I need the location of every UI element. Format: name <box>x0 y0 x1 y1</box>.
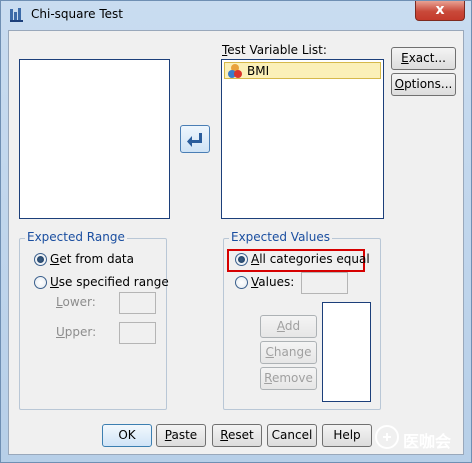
use-specified-range-radio[interactable] <box>34 276 47 289</box>
remove-button[interactable]: Remove <box>260 367 317 390</box>
options-button[interactable]: Options... <box>391 73 456 96</box>
paste-button[interactable]: Paste <box>156 424 206 447</box>
source-variable-list[interactable] <box>19 59 170 219</box>
values-radio[interactable] <box>235 276 248 289</box>
expected-range-legend: Expected Range <box>25 230 127 244</box>
values-label[interactable]: Values: <box>251 275 294 289</box>
use-specified-range-label[interactable]: Use specified range <box>50 275 169 289</box>
list-item[interactable]: BMI <box>224 62 381 79</box>
add-button[interactable]: Add <box>260 315 317 338</box>
cancel-button[interactable]: Cancel <box>267 424 317 447</box>
change-button[interactable]: Change <box>260 341 317 364</box>
dialog-body: Test Variable List: BMI Exact... Options… <box>8 30 464 455</box>
lower-label: Lower: <box>56 295 96 309</box>
get-from-data-label[interactable]: Get from data <box>50 252 134 266</box>
test-variable-list[interactable]: BMI <box>221 59 384 219</box>
lower-input[interactable] <box>119 292 156 314</box>
move-variable-button[interactable] <box>180 125 210 153</box>
help-button[interactable]: Help <box>322 424 372 447</box>
title-bar: Chi-square Test x <box>1 1 471 29</box>
expected-values-list[interactable] <box>322 302 371 402</box>
expected-values-legend: Expected Values <box>229 230 333 244</box>
variable-name: BMI <box>247 64 270 78</box>
exact-button[interactable]: Exact... <box>391 47 456 70</box>
watermark: 医咖会 <box>375 421 467 453</box>
watermark-logo-icon <box>375 425 399 453</box>
window-title: Chi-square Test <box>31 7 123 21</box>
all-categories-equal-label[interactable]: All categories equal <box>251 252 370 266</box>
upper-label: Upper: <box>56 325 97 339</box>
spss-dialog-icon <box>9 7 25 23</box>
get-from-data-radio[interactable] <box>34 253 47 266</box>
upper-input[interactable] <box>119 322 156 344</box>
scale-variable-icon <box>227 63 243 79</box>
reset-button[interactable]: Reset <box>212 424 262 447</box>
watermark-text: 医咖会 <box>403 432 452 451</box>
ok-button[interactable]: OK <box>102 424 152 447</box>
values-input[interactable] <box>301 272 348 294</box>
close-button[interactable]: x <box>415 1 465 21</box>
test-variable-list-label: Test Variable List: <box>222 43 327 57</box>
chi-square-dialog: Chi-square Test x Test Variable List: BM… <box>0 0 472 463</box>
close-icon: x <box>435 2 445 18</box>
all-categories-equal-radio[interactable] <box>235 253 248 266</box>
